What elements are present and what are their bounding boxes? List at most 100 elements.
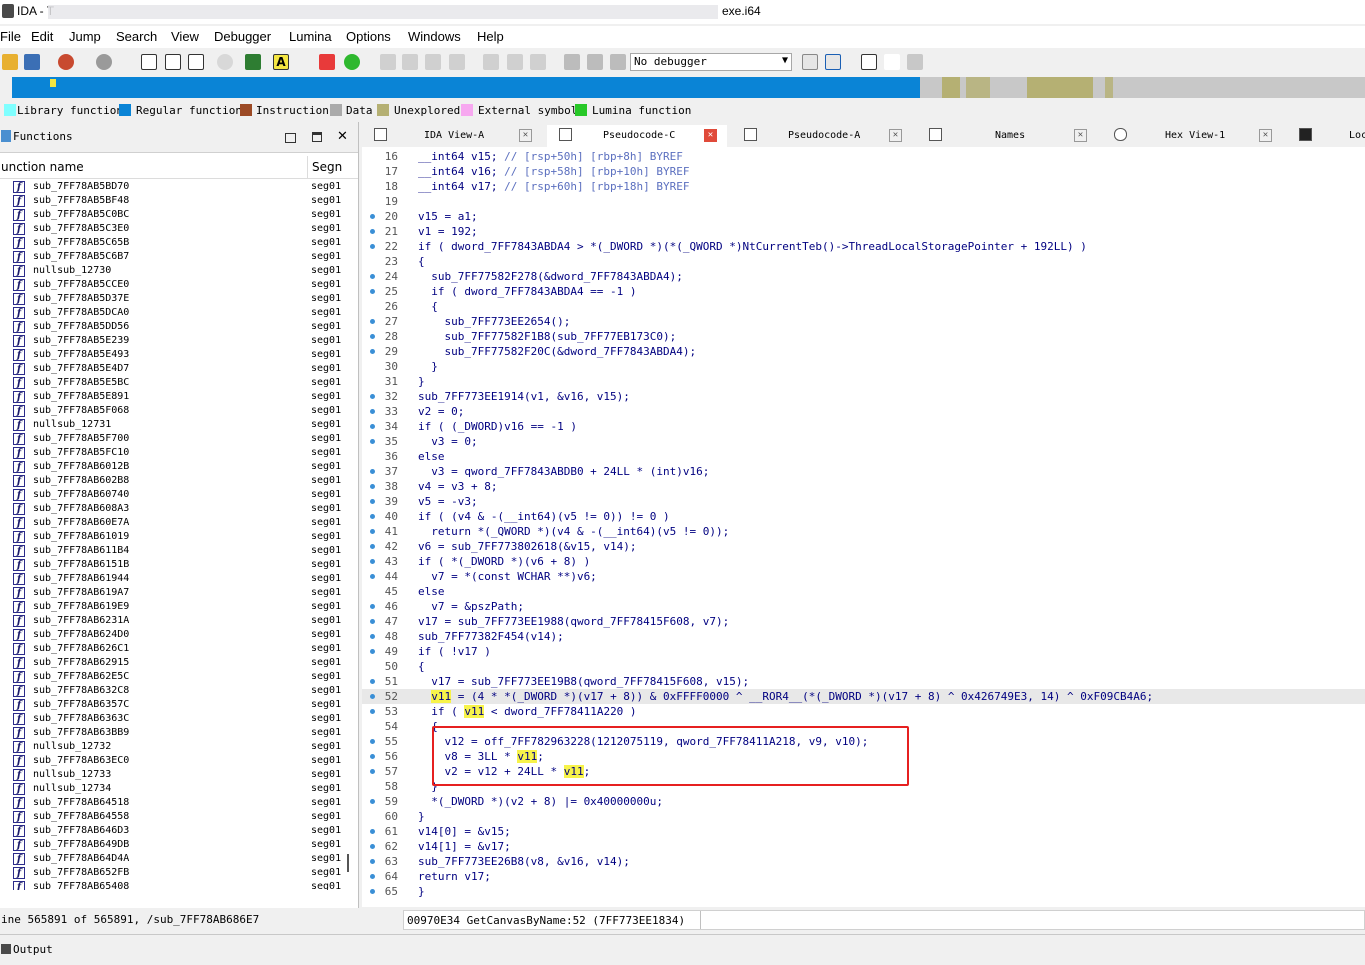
function-row[interactable]: f sub_7FF78AB61944 seg01 [0,572,346,586]
code-line[interactable]: 51 v17 = sub_7FF773EE19B8(qword_7FF78415… [362,674,1365,689]
tab-names[interactable]: Names ✕ [917,125,1097,147]
code-line[interactable]: 33 v2 = 0; [362,404,1365,419]
code-line[interactable]: 60} [362,809,1365,824]
collapse-icon[interactable] [907,54,923,70]
code-line[interactable]: 44 v7 = *(const WCHAR **)v6; [362,569,1365,584]
list-view-icon[interactable] [861,54,877,70]
function-row[interactable]: f sub_7FF78AB63BB9 seg01 [0,726,346,740]
function-row[interactable]: f sub_7FF78AB5E239 seg01 [0,334,346,348]
code-line[interactable]: 21 v1 = 192; [362,224,1365,239]
code-line[interactable]: 62 v14[1] = &v17; [362,839,1365,854]
function-row[interactable]: f sub_7FF78AB64518 seg01 [0,796,346,810]
code-line[interactable]: 59 *(_DWORD *)(v2 + 8) |= 0x40000000u; [362,794,1365,809]
function-row[interactable]: f sub_7FF78AB6151B seg01 [0,558,346,572]
function-row[interactable]: f sub_7FF78AB5F068 seg01 [0,404,346,418]
function-row[interactable]: f sub_7FF78AB5E493 seg01 [0,348,346,362]
code-line[interactable]: 61 v14[0] = &v15; [362,824,1365,839]
function-row[interactable]: f sub_7FF78AB619E9 seg01 [0,600,346,614]
code-line[interactable]: 47 v17 = sub_7FF773EE1988(qword_7FF78415F… [362,614,1365,629]
code-line[interactable]: 39 v5 = -v3; [362,494,1365,509]
function-row[interactable]: f sub_7FF78AB608A3 seg01 [0,502,346,516]
lumina-pull-icon[interactable] [802,54,818,70]
copy-icon[interactable] [380,54,396,70]
struct-icon[interactable] [425,54,441,70]
jump-down-icon[interactable] [245,54,261,70]
column-function-name[interactable]: unction name [1,160,84,174]
tab-hex-view-1[interactable]: Hex View-1 ✕ [1102,125,1282,147]
code-line[interactable]: 17 __int64 v16; // [rsp+58h] [rbp+10h] BY… [362,164,1365,179]
function-row[interactable]: f sub_7FF78AB624D0 seg01 [0,628,346,642]
code-line[interactable]: 41 return *(_QWORD *)(v4 & -(__int64)(v5… [362,524,1365,539]
code-line[interactable]: 37 v3 = qword_7FF7843ABDB0 + 24LL * (int… [362,464,1365,479]
code-line[interactable]: 53 if ( v11 < dword_7FF78411A220 ) [362,704,1365,719]
tab-close-icon[interactable]: ✕ [889,129,902,142]
function-row[interactable]: f sub_7FF78AB619A7 seg01 [0,586,346,600]
function-row[interactable]: f sub_7FF78AB6231A seg01 [0,614,346,628]
code-line[interactable]: 49 if ( !v17 ) [362,644,1365,659]
function-row[interactable]: f sub_7FF78AB62E5C seg01 [0,670,346,684]
menu-jump[interactable]: Jump [69,29,101,44]
code-line[interactable]: 40 if ( (v4 & -(__int64)(v5 != 0)) != 0 ) [362,509,1365,524]
code-line[interactable]: 20 v15 = a1; [362,209,1365,224]
code-line[interactable]: 50 { [362,659,1365,674]
code-line[interactable]: 16 __int64 v15; // [rsp+50h] [rbp+8h] BYR… [362,149,1365,164]
function-row[interactable]: f sub_7FF78AB62915 seg01 [0,656,346,670]
menu-search[interactable]: Search [116,29,157,44]
code-line[interactable]: 48 sub_7FF77382F454(v14); [362,629,1365,644]
code-line[interactable]: 30 } [362,359,1365,374]
function-row[interactable]: f sub_7FF78AB626C1 seg01 [0,642,346,656]
menu-lumina[interactable]: Lumina [289,29,332,44]
code-line[interactable]: 38 v4 = v3 + 8; [362,479,1365,494]
save-icon[interactable] [24,54,40,70]
code-line[interactable]: 43 if ( *(_DWORD *)(v6 + 8) ) [362,554,1365,569]
code-line[interactable]: 35 v3 = 0; [362,434,1365,449]
grid-icon[interactable] [449,54,465,70]
pause-icon[interactable] [587,54,603,70]
tab-pseudocode-a[interactable]: Pseudocode-A ✕ [732,125,912,147]
nav-left-arrow-icon[interactable] [0,77,12,98]
code-line[interactable]: 65} [362,884,1365,899]
pseudocode-view[interactable]: 16 __int64 v15; // [rsp+50h] [rbp+8h] BYR… [362,147,1365,907]
function-row[interactable]: f sub_7FF78AB64D4A seg01 [0,852,346,866]
debugger-select[interactable]: No debugger ▼ [630,53,792,71]
function-row[interactable]: f sub_7FF78AB646D3 seg01 [0,824,346,838]
function-row[interactable]: f sub_7FF78AB5DCA0 seg01 [0,306,346,320]
code-line[interactable]: 25 if ( dword_7FF7843ABDA4 == -1 ) [362,284,1365,299]
menu-debugger[interactable]: Debugger [214,29,271,44]
function-row[interactable]: f sub_7FF78AB5C65B seg01 [0,236,346,250]
code-line[interactable]: 34 if ( (_DWORD)v16 == -1 ) [362,419,1365,434]
function-row[interactable]: f sub_7FF78AB5E4D7 seg01 [0,362,346,376]
column-divider[interactable] [307,156,308,178]
function-row[interactable]: f sub_7FF78AB5C6B7 seg01 [0,250,346,264]
tab-pseudocode-c[interactable]: Pseudocode-C ✕ [547,125,727,147]
code-line[interactable]: 23 { [362,254,1365,269]
list-arrow-icon[interactable] [884,54,900,70]
stop-icon[interactable] [610,54,626,70]
tab-ida-view-a[interactable]: IDA View-A ✕ [362,125,542,147]
forward-arrow-icon[interactable] [96,54,112,70]
function-row[interactable]: f sub_7FF78AB5BD70 seg01 [0,180,346,194]
function-row[interactable]: f nullsub_12732 seg01 [0,740,346,754]
code-line[interactable]: 42 v6 = sub_7FF773802618(&v15, v14); [362,539,1365,554]
menu-windows[interactable]: Windows [408,29,461,44]
code-line[interactable]: 29 sub_7FF77582F20C(&dword_7FF7843ABDA4)… [362,344,1365,359]
code-line[interactable]: 36 else [362,449,1365,464]
tab-close-icon[interactable]: ✕ [1259,129,1272,142]
code-line[interactable]: 63 sub_7FF773EE26B8(v8, &v16, v14); [362,854,1365,869]
code-line[interactable]: 22 if ( dword_7FF7843ABDA4 > *(_DWORD *)(… [362,239,1365,254]
code-line[interactable]: 32 sub_7FF773EE1914(v1, &v16, v15); [362,389,1365,404]
function-row[interactable]: f sub_7FF78AB60E7A seg01 [0,516,346,530]
function-row[interactable]: f sub_7FF78AB602B8 seg01 [0,474,346,488]
function-row[interactable]: f sub_7FF78AB5CCE0 seg01 [0,278,346,292]
tab-close-icon[interactable]: ✕ [519,129,532,142]
function-row[interactable]: f sub_7FF78AB5F700 seg01 [0,432,346,446]
code-line[interactable]: 28 sub_7FF77582F1B8(sub_7FF77EB173C0); [362,329,1365,344]
refresh-icon[interactable] [217,54,233,70]
lumina-push-icon[interactable] [825,54,841,70]
functions-scrollbar-thumb[interactable] [347,854,349,872]
code-line[interactable]: 64 return v17; [362,869,1365,884]
function-row[interactable]: f sub_7FF78AB5D37E seg01 [0,292,346,306]
code-line[interactable]: 18 __int64 v17; // [rsp+60h] [rbp+18h] BY… [362,179,1365,194]
function-row[interactable]: f sub_7FF78AB5C0BC seg01 [0,208,346,222]
function-row[interactable]: f sub_7FF78AB60740 seg01 [0,488,346,502]
